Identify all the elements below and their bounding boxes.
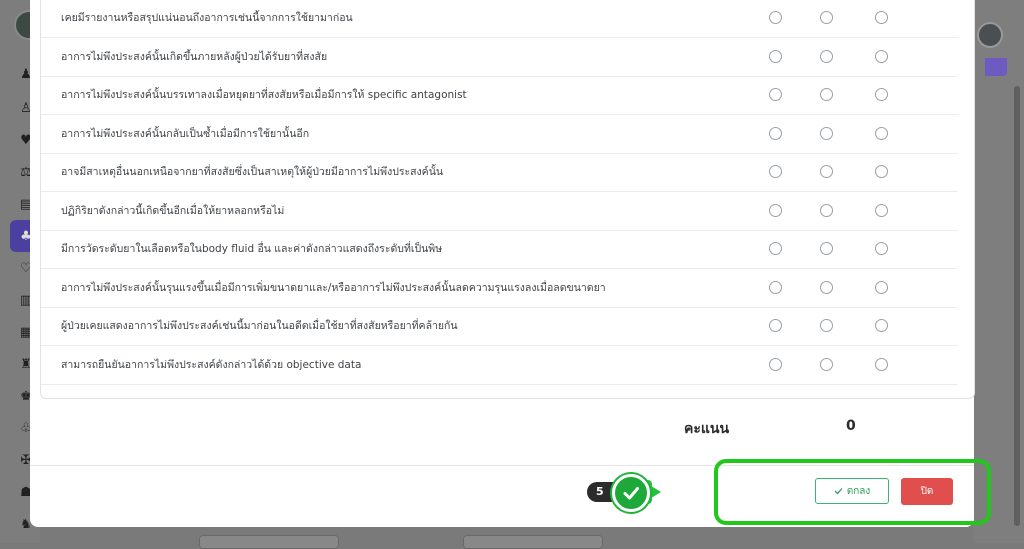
radio-yes[interactable] xyxy=(769,88,782,101)
radio-no[interactable] xyxy=(820,203,833,217)
question-row: ปฏิกิริยาดังกล่าวนี้เกิดขึ้นอีกเมื่อให้ย… xyxy=(41,192,958,231)
question-text: อาจมีสาเหตุอื่นนอกเหนือจากยาที่สงสัยซึ่ง… xyxy=(61,166,444,178)
radio-no[interactable] xyxy=(820,11,833,24)
background-accent-bar xyxy=(985,58,1007,76)
radio-unknown[interactable] xyxy=(875,280,888,294)
question-row: สามารถยืนยันอาการไม่พึงประสงค์ดังกล่าวได… xyxy=(41,346,958,385)
radio-no[interactable] xyxy=(820,357,833,371)
question-row: มีการวัดระดับยาในเลือดหรือในbody fluid อ… xyxy=(41,230,958,269)
question-text: ผู้ป่วยเคยแสดงอาการไม่พึงประสงค์เช่นนี้ม… xyxy=(61,320,458,332)
question-row: ผู้ป่วยเคยแสดงอาการไม่พึงประสงค์เช่นนี้ม… xyxy=(41,307,958,346)
radio-yes[interactable] xyxy=(769,319,782,332)
radio-unknown[interactable] xyxy=(875,11,888,24)
radio-unknown[interactable] xyxy=(875,49,888,63)
radio-no[interactable] xyxy=(820,126,833,140)
radio-unknown[interactable] xyxy=(875,88,888,101)
radio-unknown[interactable] xyxy=(875,357,888,371)
question-row: อาการไม่พึงประสงค์นั้นรุนแรงขึ้นเมื่อมีก… xyxy=(41,269,958,308)
radio-no[interactable] xyxy=(820,242,833,255)
avatar xyxy=(977,22,1003,48)
background-field xyxy=(463,535,603,549)
question-text: ปฏิกิริยาดังกล่าวนี้เกิดขึ้นอีกเมื่อให้ย… xyxy=(61,204,285,217)
radio-unknown[interactable] xyxy=(875,242,888,255)
question-text: อาการไม่พึงประสงค์นั้นเกิดขึ้นภายหลังผู้… xyxy=(61,50,328,63)
question-row: อาการไม่พึงประสงค์นั้นบรรเทาลงเมื่อหยุดย… xyxy=(41,76,958,115)
close-button[interactable]: ปิด xyxy=(901,478,953,505)
ok-button-label: ตกลง xyxy=(846,485,871,497)
radio-no[interactable] xyxy=(820,280,833,294)
radio-no[interactable] xyxy=(820,49,833,63)
radio-yes[interactable] xyxy=(769,203,782,217)
questions-table: เคยมีรายงานหรือสรุปแน่นอนถึงอาการเช่นนี้… xyxy=(40,0,975,399)
radio-yes[interactable] xyxy=(769,357,782,371)
radio-yes[interactable] xyxy=(769,242,782,255)
radio-unknown[interactable] xyxy=(875,319,888,332)
checkmark-icon xyxy=(834,488,843,495)
radio-no[interactable] xyxy=(820,319,833,332)
radio-unknown[interactable] xyxy=(875,203,888,217)
question-text: มีการวัดระดับยาในเลือดหรือในbody fluid อ… xyxy=(61,243,443,255)
radio-yes[interactable] xyxy=(769,49,782,63)
score-label: คะแนน xyxy=(684,421,730,437)
radio-no[interactable] xyxy=(820,165,833,178)
background-field xyxy=(199,535,339,549)
radio-unknown[interactable] xyxy=(875,165,888,178)
radio-yes[interactable] xyxy=(769,126,782,140)
question-row: อาการไม่พึงประสงค์นั้นเกิดขึ้นภายหลังผู้… xyxy=(41,38,958,77)
question-row: อาการไม่พึงประสงค์นั้นกลับเป็นซ้ำเมื่อมี… xyxy=(41,115,958,154)
radio-yes[interactable] xyxy=(769,165,782,178)
question-text: อาการไม่พึงประสงค์นั้นกลับเป็นซ้ำเมื่อมี… xyxy=(61,127,310,140)
score-value: 0 xyxy=(846,418,856,434)
step-number: 5 xyxy=(596,485,604,498)
check-icon xyxy=(612,474,650,512)
radio-no[interactable] xyxy=(820,88,833,101)
question-text: อาการไม่พึงประสงค์นั้นบรรเทาลงเมื่อหยุดย… xyxy=(61,89,467,101)
question-text: เคยมีรายงานหรือสรุปแน่นอนถึงอาการเช่นนี้… xyxy=(61,12,353,24)
question-row: เคยมีรายงานหรือสรุปแน่นอนถึงอาการเช่นนี้… xyxy=(41,0,958,38)
question-row: อาจมีสาเหตุอื่นนอกเหนือจากยาที่สงสัยซึ่ง… xyxy=(41,153,958,192)
ok-button[interactable]: ตกลง xyxy=(815,478,889,504)
page-scrollbar[interactable] xyxy=(1014,86,1020,526)
radio-yes[interactable] xyxy=(769,11,782,24)
radio-unknown[interactable] xyxy=(875,126,888,140)
radio-yes[interactable] xyxy=(769,280,782,294)
question-text: สามารถยืนยันอาการไม่พึงประสงค์ดังกล่าวได… xyxy=(61,358,362,371)
question-text: อาการไม่พึงประสงค์นั้นรุนแรงขึ้นเมื่อมีก… xyxy=(61,281,606,294)
